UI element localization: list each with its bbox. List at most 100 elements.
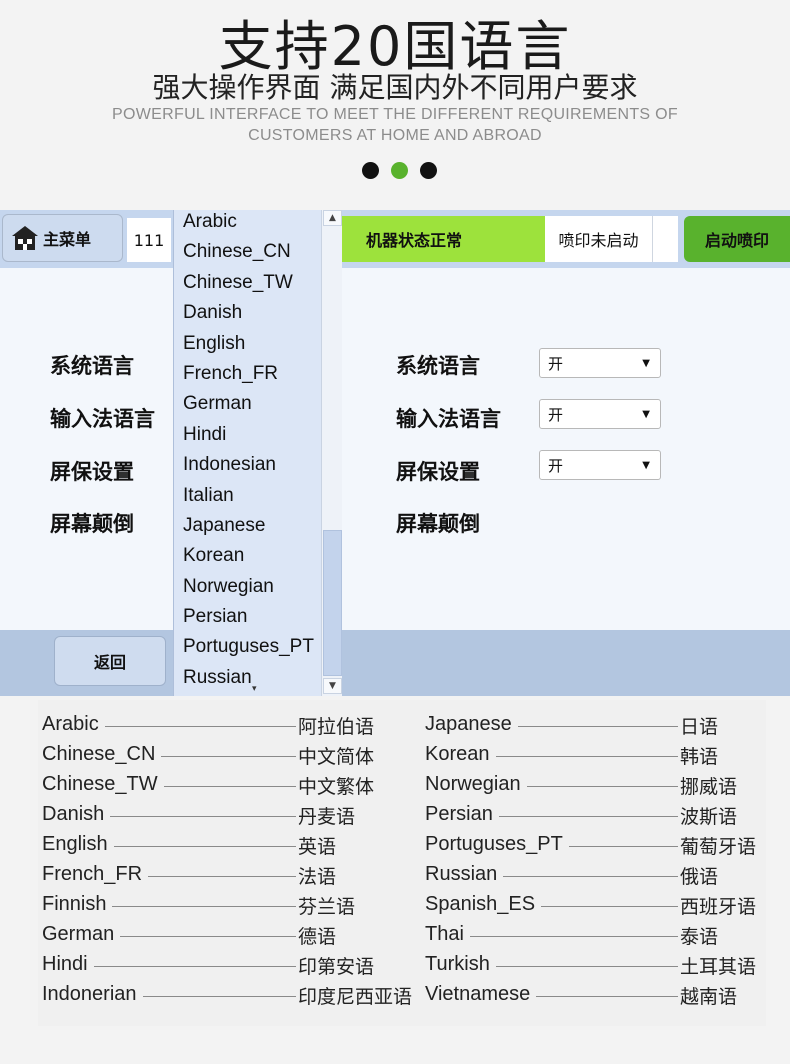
system-language-select[interactable]: 开 ▼: [539, 348, 661, 378]
input-language-select[interactable]: 开 ▼: [539, 399, 661, 429]
scroll-down-icon[interactable]: ▼: [323, 678, 342, 694]
dropdown-options: Arabic Chinese_CN Chinese_TW Danish English F…: [174, 207, 320, 693]
language-name-en: Hindi: [42, 953, 88, 975]
language-name-zh: 泰语: [680, 926, 719, 948]
dropdown-option[interactable]: Chinese_TW: [174, 268, 320, 298]
leader-line: [112, 906, 296, 907]
leader-line: [148, 876, 296, 877]
carousel-dots: [362, 162, 440, 180]
language-name-en: German: [42, 923, 115, 945]
caret-down-icon: ▼: [642, 460, 650, 471]
start-print-button[interactable]: 启动喷印: [684, 216, 790, 262]
leader-line: [499, 816, 678, 817]
language-dropdown-list[interactable]: Arabic Chinese_CN Chinese_TW Danish English F…: [173, 210, 342, 696]
screensaver-select[interactable]: 开 ▼: [539, 450, 661, 480]
language-name-en: Vietnamese: [425, 983, 531, 1005]
promo-header: 支持20国语言 强大操作界面 满足国内外不同用户要求 POWERFUL INTE…: [0, 0, 790, 210]
back-button[interactable]: 返回: [54, 636, 166, 686]
status-spacer: [652, 216, 678, 262]
language-name-en: Finnish: [42, 893, 107, 915]
language-row: Indonerian 印度尼西亚语: [42, 983, 422, 1013]
dropdown-option[interactable]: Arabic: [174, 207, 320, 237]
dropdown-option[interactable]: Russian: [174, 663, 320, 693]
language-name-zh: 丹麦语: [298, 806, 356, 828]
setting-label-screen-flip: 屏幕颠倒: [396, 512, 480, 536]
leader-line: [164, 786, 296, 787]
main-menu-button[interactable]: 主菜单: [2, 214, 123, 262]
language-name-zh: 波斯语: [680, 806, 738, 828]
scrollbar-thumb[interactable]: [323, 530, 342, 676]
leader-line: [470, 936, 678, 937]
setting-label-input-language: 输入法语言: [50, 407, 155, 431]
carousel-dot-active[interactable]: [391, 162, 408, 179]
leader-line: [105, 726, 296, 727]
language-row: Portuguses_PT 葡萄牙语: [425, 833, 765, 863]
setting-label-screen-flip: 屏幕颠倒: [50, 512, 134, 536]
language-row: Japanese 日语: [425, 713, 765, 743]
language-name-zh: 越南语: [680, 986, 738, 1008]
carousel-dot[interactable]: [420, 162, 437, 179]
language-name-en: Thai: [425, 923, 464, 945]
counter-field[interactable]: 111: [127, 218, 171, 262]
dropdown-option[interactable]: Persian: [174, 602, 320, 632]
dropdown-option[interactable]: Norwegian: [174, 572, 320, 602]
home-icon: [12, 226, 38, 250]
machine-status: 机器状态正常: [342, 216, 545, 262]
language-row: Norwegian 挪威语: [425, 773, 765, 803]
language-name-zh: 西班牙语: [680, 896, 757, 918]
language-name-en: English: [42, 833, 108, 855]
leader-line: [496, 966, 678, 967]
dropdown-option[interactable]: Danish: [174, 298, 320, 328]
dropdown-option[interactable]: French_FR: [174, 359, 320, 389]
dropdown-option[interactable]: Portuguses_PT: [174, 632, 320, 662]
dropdown-option[interactable]: Indonesian: [174, 450, 320, 480]
leader-line: [518, 726, 678, 727]
language-row: Thai 泰语: [425, 923, 765, 953]
more-indicator-icon: ▾: [252, 684, 257, 694]
main-menu-label: 主菜单: [43, 230, 92, 249]
language-name-en: Indonerian: [42, 983, 137, 1005]
language-name-en: Chinese_TW: [42, 773, 158, 795]
setting-label-system-language: 系统语言: [50, 354, 134, 378]
dropdown-option[interactable]: Italian: [174, 481, 320, 511]
leader-line: [143, 996, 296, 997]
dropdown-option[interactable]: Japanese: [174, 511, 320, 541]
language-row: Finnish 芬兰语: [42, 893, 422, 923]
select-value: 开: [548, 456, 564, 475]
language-row: Turkish 土耳其语: [425, 953, 765, 983]
dropdown-option[interactable]: German: [174, 389, 320, 419]
leader-line: [161, 756, 296, 757]
caret-down-icon: ▼: [642, 358, 650, 369]
dropdown-scrollbar[interactable]: ▲ ▼: [321, 210, 342, 696]
language-mapping-table: Arabic 阿拉伯语 Chinese_CN 中文简体 Chinese_TW 中文繁体 Da…: [38, 700, 766, 1026]
language-name-en: Persian: [425, 803, 493, 825]
language-row: Chinese_TW 中文繁体: [42, 773, 422, 803]
language-name-zh: 韩语: [680, 746, 719, 768]
language-row: Arabic 阿拉伯语: [42, 713, 422, 743]
dropdown-option[interactable]: Hindi: [174, 420, 320, 450]
leader-line: [114, 846, 296, 847]
setting-label-screensaver: 屏保设置: [50, 460, 134, 484]
language-row: Russian 俄语: [425, 863, 765, 893]
language-row: Spanish_ES 西班牙语: [425, 893, 765, 923]
dropdown-option[interactable]: Chinese_CN: [174, 237, 320, 267]
leader-line: [541, 906, 678, 907]
language-row: English 英语: [42, 833, 422, 863]
leader-line: [536, 996, 678, 997]
language-row: German 德语: [42, 923, 422, 953]
dropdown-option[interactable]: English: [174, 329, 320, 359]
english-tagline-line2: CUSTOMERS AT HOME AND ABROAD: [248, 127, 542, 144]
language-row: Persian 波斯语: [425, 803, 765, 833]
language-name-zh: 法语: [298, 866, 337, 888]
select-value: 开: [548, 405, 564, 424]
setting-label-input-language: 输入法语言: [396, 407, 501, 431]
carousel-dot[interactable]: [362, 162, 379, 179]
dropdown-option[interactable]: Korean: [174, 541, 320, 571]
machine-settings-screen: 主菜单 111 机器状态正常 喷印未启动 启动喷印 系统语言 输入法语言 屏保设…: [0, 210, 790, 696]
language-row: Hindi 印第安语: [42, 953, 422, 983]
print-status: 喷印未启动: [545, 216, 652, 262]
language-name-en: Turkish: [425, 953, 490, 975]
scroll-up-icon[interactable]: ▲: [323, 210, 342, 226]
language-row: French_FR 法语: [42, 863, 422, 893]
language-name-zh: 中文繁体: [298, 776, 375, 798]
